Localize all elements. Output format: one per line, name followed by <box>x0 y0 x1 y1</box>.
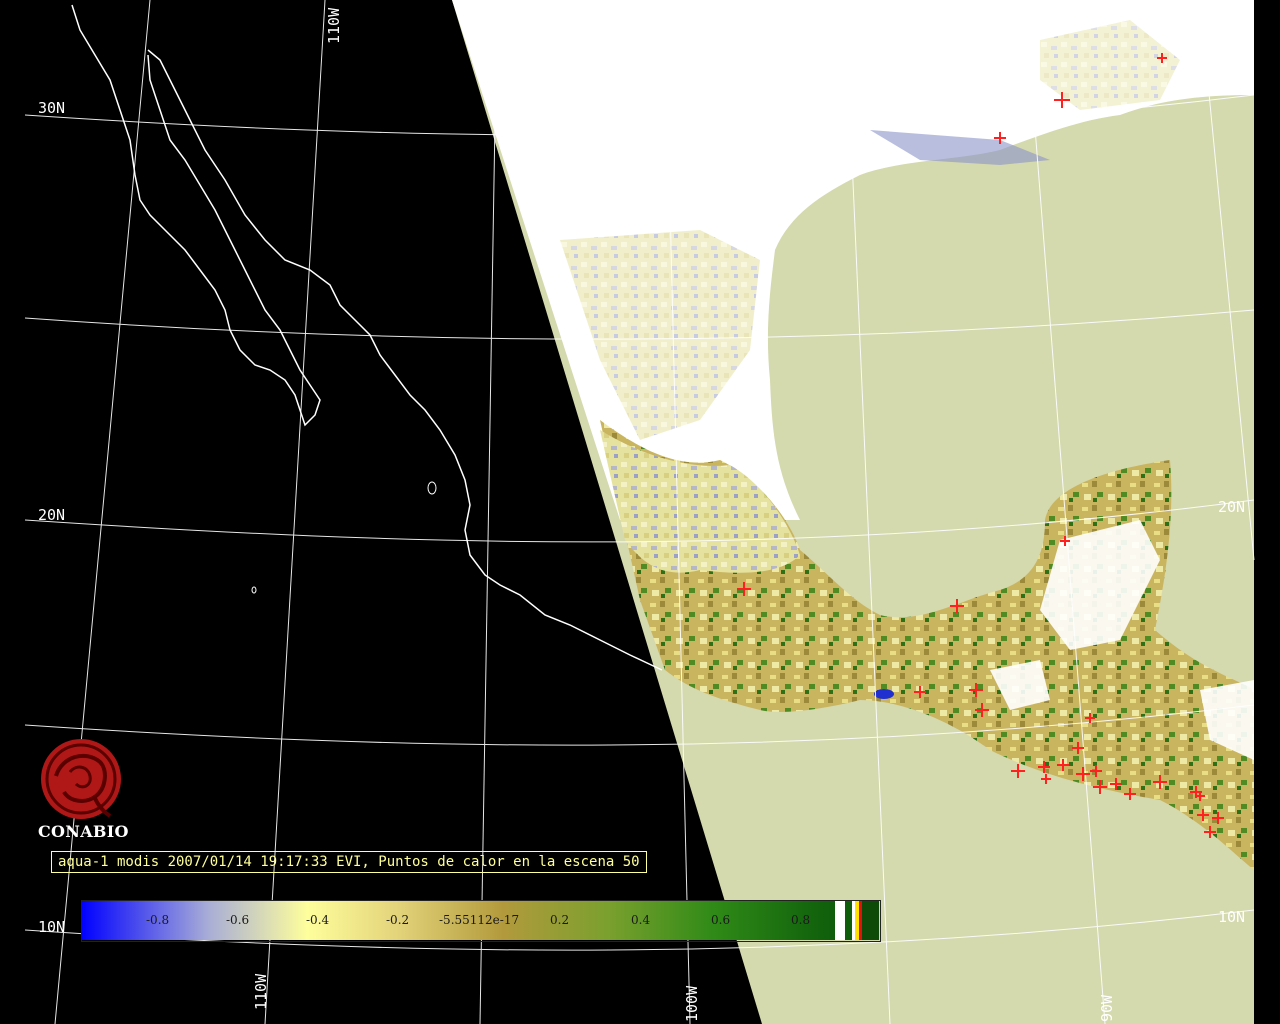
lon-label-110w-top: 110W <box>325 7 343 44</box>
legend-tick: 0.4 <box>631 913 651 927</box>
lon-label-110w-bottom: 110W <box>252 973 270 1010</box>
legend-tick: -0.4 <box>306 913 330 927</box>
scene-caption: aqua-1 modis 2007/01/14 19:17:33 EVI, Pu… <box>51 851 647 873</box>
legend-tick: 0.2 <box>550 913 570 927</box>
lat-label-10n: 10N <box>38 918 65 936</box>
lagoon <box>874 689 894 699</box>
legend-tick: -0.8 <box>146 913 170 927</box>
lon-label-90w: 90W <box>1098 994 1116 1022</box>
lon-label-100w: 100W <box>683 985 701 1022</box>
conabio-logo-text: CONABIO <box>38 822 129 841</box>
legend-tick: -0.6 <box>226 913 250 927</box>
evi-color-legend: -0.8 -0.6 -0.4 -0.2 -5.55112e-17 0.2 0.4… <box>81 900 881 942</box>
legend-tick: 0.6 <box>711 913 731 927</box>
legend-tick: 0.8 <box>791 913 811 927</box>
lat-label-20n: 20N <box>38 506 65 524</box>
legend-tick: -0.2 <box>386 913 410 927</box>
lat-label-20n-east: 20N <box>1218 498 1245 516</box>
lat-label-10n-east: 10N <box>1218 908 1245 926</box>
legend-tick: -5.55112e-17 <box>439 913 520 927</box>
lat-label-30n: 30N <box>38 99 65 117</box>
